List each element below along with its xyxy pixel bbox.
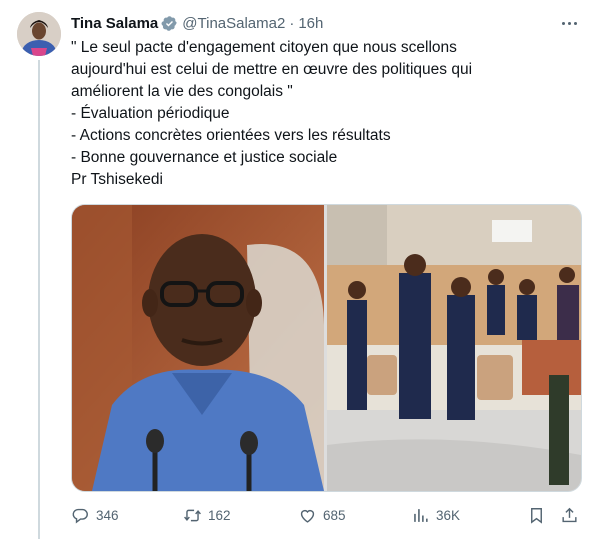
author-handle[interactable]: @TinaSalama2: [182, 15, 285, 32]
bookmark-button[interactable]: [527, 504, 552, 526]
tweet-text-line: " Le seul pacte d'engagement citoyen que…: [71, 39, 457, 56]
views-button[interactable]: 36K: [411, 504, 460, 526]
tweet-text-line: - Bonne gouvernance et justice sociale: [71, 149, 338, 166]
timestamp[interactable]: 16h: [298, 15, 323, 32]
repost-count: 162: [208, 507, 231, 523]
bookmark-icon: [531, 507, 542, 524]
media-photo-assembly[interactable]: [327, 205, 581, 491]
separator-dot: ·: [289, 14, 295, 32]
heart-icon: [300, 509, 315, 523]
tweet-text-line: Pr Tshisekedi: [71, 171, 163, 188]
action-bar: 346 162 685 36K: [71, 504, 583, 526]
reply-button[interactable]: 346: [71, 504, 119, 526]
tweet-text-line: améliorent la vie des congolais ": [71, 83, 293, 100]
author-name[interactable]: Tina Salama: [71, 15, 158, 32]
tweet-header: Tina Salama @TinaSalama2 · 16h: [71, 12, 323, 34]
media-photo-portrait[interactable]: [72, 205, 324, 491]
tweet-card[interactable]: Tina Salama @TinaSalama2 · 16h " Le seul…: [0, 0, 598, 539]
repost-icon: [184, 509, 201, 521]
avatar[interactable]: [17, 12, 61, 56]
views-icon: [414, 508, 428, 522]
reply-count: 346: [96, 507, 119, 523]
thread-line: [38, 60, 40, 539]
share-icon: [562, 507, 577, 522]
share-button[interactable]: [560, 504, 585, 526]
tweet-text-line: - Actions concrètes orientées vers les r…: [71, 127, 391, 144]
repost-button[interactable]: 162: [183, 504, 231, 526]
tweet-media: [71, 204, 582, 492]
verified-badge-icon: [161, 15, 178, 32]
more-icon[interactable]: [558, 14, 580, 32]
tweet-text-line: aujourd'hui est celui de mettre en œuvre…: [71, 61, 473, 78]
views-count: 36K: [436, 507, 461, 523]
tweet-text-line: - Évaluation périodique: [71, 105, 230, 122]
reply-icon: [72, 508, 88, 524]
like-button[interactable]: 685: [298, 504, 346, 526]
tweet-text: " Le seul pacte d'engagement citoyen que…: [71, 37, 583, 191]
like-count: 685: [323, 507, 346, 523]
